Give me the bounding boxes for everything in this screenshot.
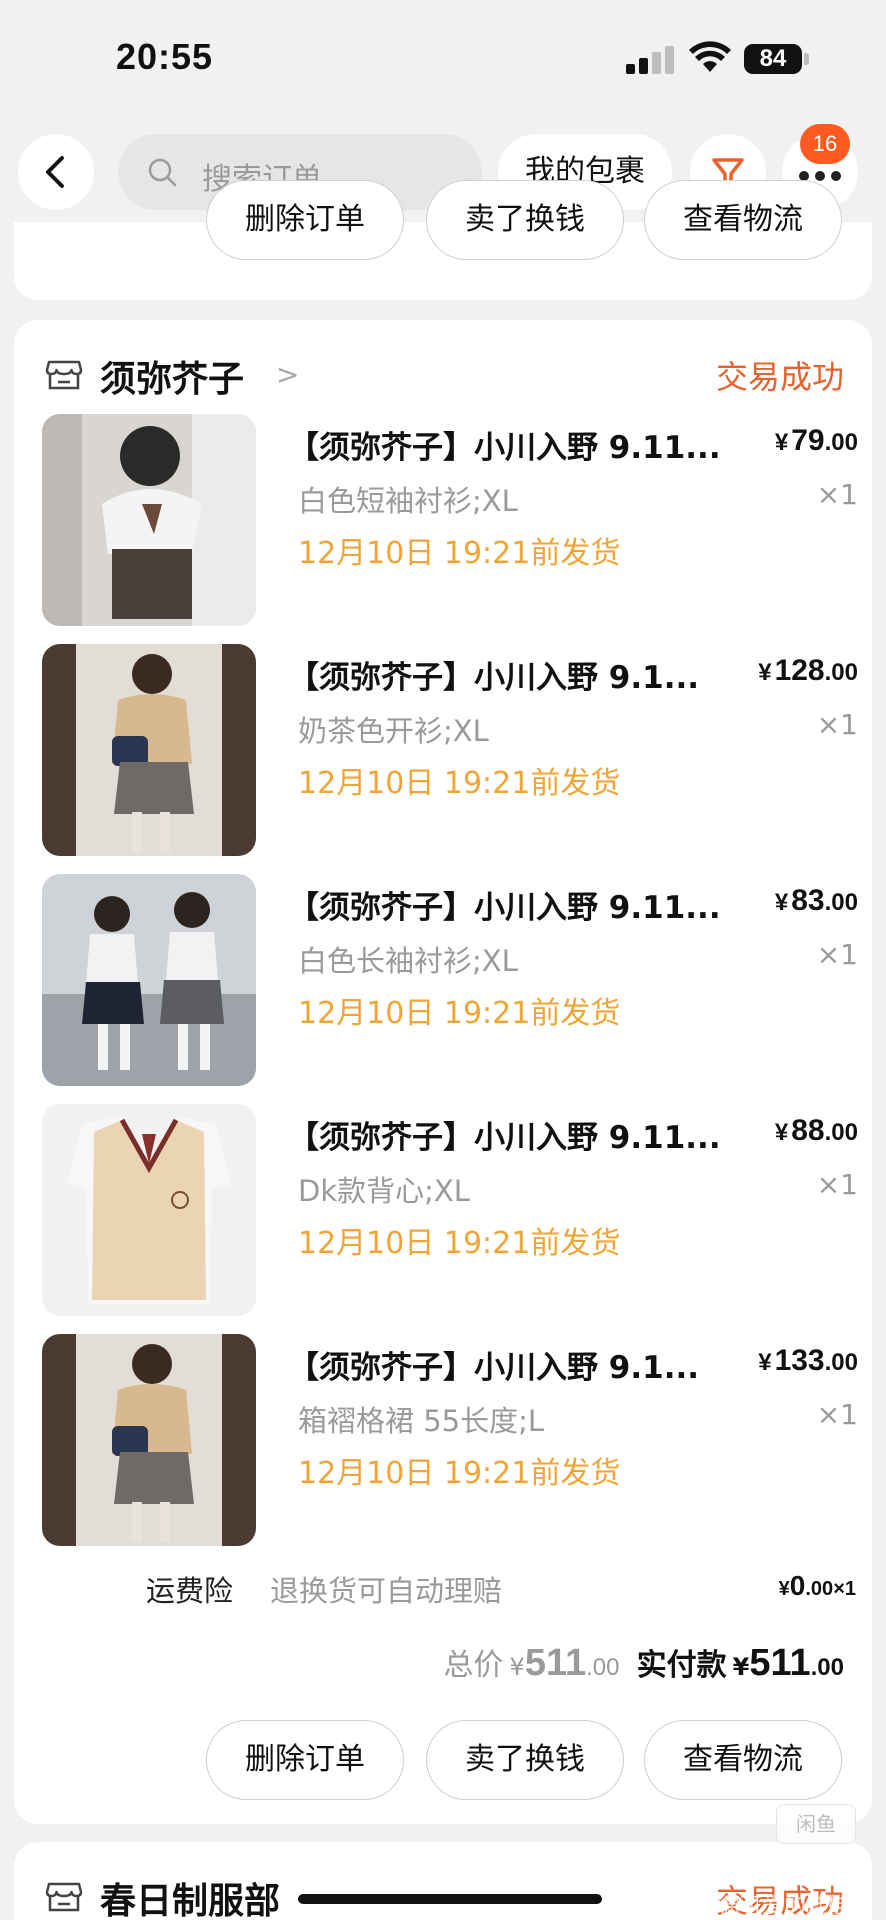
order-item[interactable]: 【须弥芥子】小川入野 9.11... ¥79.00 白色短袖衬衫;XL ×1 1…: [42, 414, 858, 628]
order-item[interactable]: 【须弥芥子】小川入野 9.1... ¥128.00 奶茶色开衫;XL ×1 12…: [42, 644, 858, 858]
currency-symbol: ¥: [774, 889, 789, 916]
insurance-desc: 退换货可自动理赔: [270, 1574, 503, 1608]
view-logistics-button[interactable]: 查看物流: [644, 180, 842, 260]
order-status: 交易成功: [715, 358, 844, 396]
item-spec: 箱褶格裙 55长度;L: [298, 1404, 545, 1438]
price-integer: 133: [774, 1344, 825, 1377]
price-integer: 128: [774, 654, 825, 687]
notification-badge: 16: [800, 124, 850, 164]
sell-button[interactable]: 卖了换钱: [426, 1720, 624, 1800]
item-ship-deadline: 12月10日 19:21前发货: [298, 996, 621, 1031]
item-spec: 白色短袖衬衫;XL: [298, 484, 518, 518]
item-price: ¥88.00: [775, 1114, 858, 1148]
status-bar: 20:55 84: [0, 0, 886, 120]
search-icon: [148, 158, 177, 187]
total-label: 总价: [443, 1648, 504, 1683]
paid-label: 实付款: [636, 1648, 727, 1683]
item-title: 【须弥芥子】小川入野 9.11...: [288, 890, 721, 926]
price-integer: 79: [791, 424, 825, 457]
view-logistics-button[interactable]: 查看物流: [644, 1720, 842, 1800]
item-ship-deadline: 12月10日 19:21前发货: [298, 1226, 621, 1261]
item-ship-deadline: 12月10日 19:21前发货: [298, 766, 621, 801]
item-title: 【须弥芥子】小川入野 9.1...: [288, 1350, 700, 1386]
item-spec: 白色长袖衬衫;XL: [298, 944, 518, 978]
shop-header[interactable]: 须弥芥子 > 交易成功: [44, 346, 844, 402]
item-spec: Dk款背心;XL: [298, 1174, 470, 1208]
status-time: 20:55: [116, 36, 214, 77]
previous-order-card: 删除订单 卖了换钱 查看物流: [14, 180, 872, 300]
item-title: 【须弥芥子】小川入野 9.11...: [288, 1120, 721, 1156]
item-quantity: ×1: [816, 478, 858, 511]
currency-symbol: ¥: [758, 659, 772, 686]
insurance-label: 运费险: [146, 1574, 234, 1608]
shipping-insurance-row: 运费险 退换货可自动理赔 ¥0.00×1: [146, 1568, 856, 1612]
order-item[interactable]: 【须弥芥子】小川入野 9.11... ¥83.00 白色长袖衬衫;XL ×1 1…: [42, 874, 858, 1088]
item-price: ¥133.00: [758, 1344, 858, 1378]
cellular-signal-icon: [626, 44, 678, 74]
paid-decimal: .00: [810, 1654, 844, 1681]
price-decimal: .00: [824, 659, 858, 686]
currency-symbol: ¥: [774, 1119, 789, 1146]
order-total-row: 总价 ¥511.00 实付款 ¥511.00: [444, 1640, 844, 1690]
item-title: 【须弥芥子】小川入野 9.1...: [288, 660, 700, 696]
insurance-price: ¥0.00×1: [779, 1570, 856, 1602]
item-quantity: ×1: [816, 1168, 858, 1201]
shop-name: 春日制服部: [100, 1881, 281, 1920]
item-ship-deadline: 12月10日 19:21前发货: [298, 536, 621, 571]
product-image: [42, 644, 256, 856]
product-image: [42, 1334, 256, 1546]
currency-symbol: ¥: [732, 1653, 750, 1681]
price-integer: 88: [791, 1114, 825, 1147]
currency-symbol: ¥: [758, 1349, 772, 1376]
order-item[interactable]: 【须弥芥子】小川入野 9.1... ¥133.00 箱褶格裙 55长度;L ×1…: [42, 1334, 858, 1548]
order-item[interactable]: 【须弥芥子】小川入野 9.11... ¥88.00 Dk款背心;XL ×1 12…: [42, 1104, 858, 1318]
currency-symbol: ¥: [774, 429, 789, 456]
item-quantity: ×1: [816, 708, 858, 741]
total-integer: 511: [524, 1642, 587, 1684]
insurance-qty: ×1: [833, 1578, 856, 1600]
shop-icon: [45, 1882, 83, 1912]
price-decimal: .00: [824, 889, 858, 916]
battery-tip: [804, 53, 809, 65]
price-integer: 83: [791, 884, 825, 917]
insurance-price-decimal: .00: [805, 1578, 834, 1600]
item-ship-deadline: 12月10日 19:21前发货: [298, 1456, 621, 1491]
item-price: ¥79.00: [775, 424, 858, 458]
product-image: [42, 414, 256, 626]
home-indicator[interactable]: [298, 1894, 602, 1904]
watermark-logo: 闲鱼: [776, 1804, 856, 1844]
item-quantity: ×1: [816, 938, 858, 971]
currency-symbol: ¥: [778, 1578, 790, 1600]
price-decimal: .00: [824, 1119, 858, 1146]
sell-button[interactable]: 卖了换钱: [426, 180, 624, 260]
currency-symbol: ¥: [509, 1653, 525, 1681]
back-button[interactable]: [18, 134, 94, 210]
price-decimal: .00: [824, 429, 858, 456]
product-image: [42, 1104, 256, 1316]
delete-order-button[interactable]: 删除订单: [206, 180, 404, 260]
insurance-price-integer: 0: [789, 1570, 806, 1601]
shop-name: 须弥芥子: [100, 359, 245, 400]
shop-icon: [45, 360, 83, 390]
item-quantity: ×1: [816, 1398, 858, 1431]
watermark-text: 闲鱼号：猫金德可爱的娃娃: [585, 1894, 850, 1919]
item-price: ¥83.00: [775, 884, 858, 918]
delete-order-button[interactable]: 删除订单: [206, 1720, 404, 1800]
paid-integer: 511: [749, 1642, 811, 1684]
chevron-right-icon: >: [276, 358, 300, 391]
order-card: 须弥芥子 > 交易成功 【须弥芥子】小川入野 9.11... ¥79.00 白色…: [14, 320, 872, 1824]
battery-icon: 84: [744, 44, 802, 74]
item-price: ¥128.00: [758, 654, 858, 688]
back-arrow-icon: [46, 156, 64, 188]
item-spec: 奶茶色开衫;XL: [298, 714, 489, 748]
total-decimal: .00: [586, 1654, 620, 1681]
item-title: 【须弥芥子】小川入野 9.11...: [288, 430, 721, 466]
price-decimal: .00: [824, 1349, 858, 1376]
wifi-icon: [689, 41, 731, 72]
product-image: [42, 874, 256, 1086]
